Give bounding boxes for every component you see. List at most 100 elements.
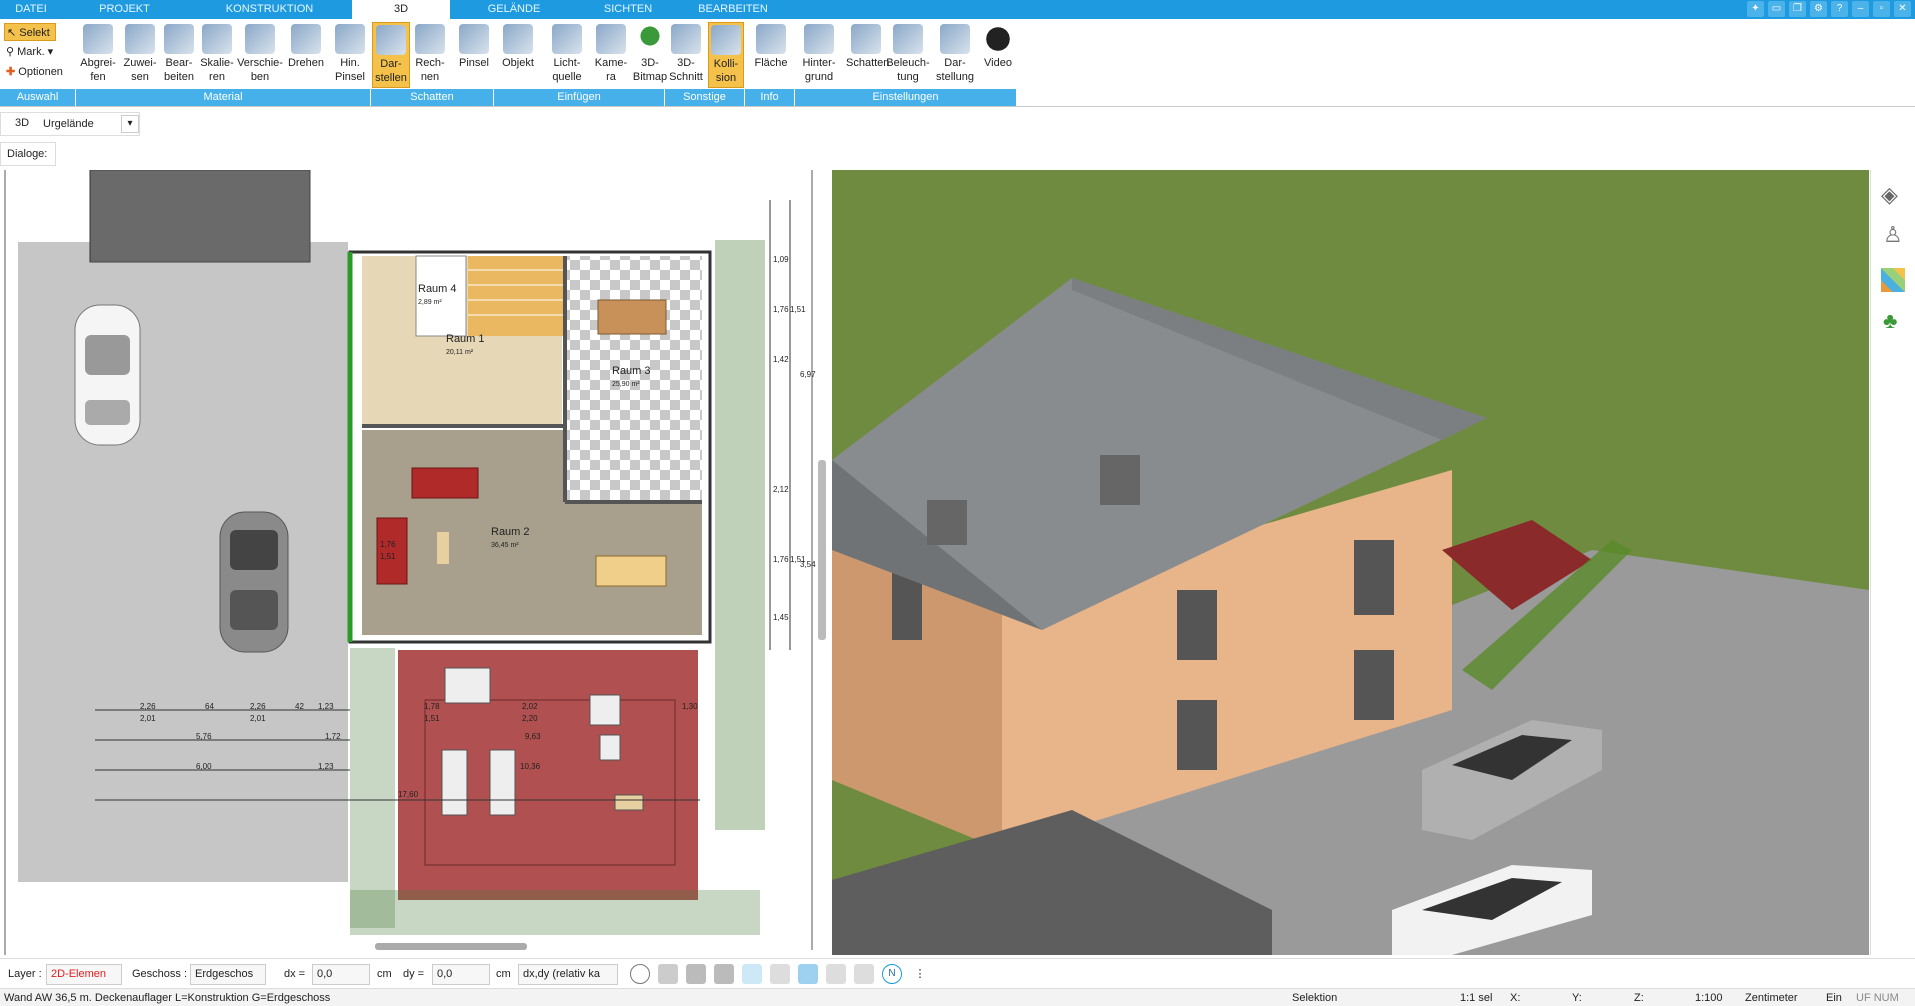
ribbon-button[interactable]: Hinter- grund [796,22,842,88]
hatch-icon[interactable] [770,964,790,984]
ribbon-button[interactable]: 3D- Schnitt [668,22,704,88]
ribbon-button[interactable]: Video [980,22,1016,88]
more-icon[interactable]: ⋮ [910,964,930,984]
monitor-icon[interactable] [658,964,678,984]
clock-icon[interactable] [630,964,650,984]
print-icon[interactable] [714,964,734,984]
dimension-label: 1,76 [773,555,789,564]
group-material: Material [76,89,371,106]
ribbon-button[interactable]: Dar- stellen [372,22,410,88]
ribbon-button[interactable]: Zuwei- sen [120,22,160,88]
optionen-button[interactable]: ✚ Optionen [4,63,76,81]
tree-icon[interactable]: ♣ [1883,308,1897,334]
north-icon[interactable]: N [882,964,902,984]
ribbon-icon [851,24,881,54]
ribbon-icon [983,24,1013,54]
maximize-button[interactable]: ▫ [1873,1,1890,17]
relative-select[interactable]: dx,dy (relativ ka [518,964,618,985]
ribbon-button[interactable]: Drehen [284,22,328,88]
room-name: Raum 1 [446,333,485,345]
status-x: X: [1510,992,1521,1004]
ribbon-button-label: Beleuch- tung [886,57,930,83]
minimize-button[interactable]: – [1852,1,1869,17]
dy-input[interactable]: 0,0 [432,964,490,985]
ribbon-button[interactable]: Licht- quelle [544,22,590,88]
tools-icon[interactable]: ✦ [1747,1,1764,17]
ribbon-tab-bar: DATEI PROJEKT KONSTRUKTION 3D GELÄNDE SI… [0,0,1915,19]
layers-icon[interactable]: ◈ [1881,182,1898,208]
layer-select[interactable]: 2D-Elemen [46,964,122,985]
mark-icon: ⚲ [6,46,15,58]
ribbon-button[interactable]: 3D- Bitmap [632,22,668,88]
mark-button[interactable]: ⚲ Mark. ▾ [4,43,74,61]
chevron-down-icon[interactable]: ▾ [121,115,139,133]
dimension-label: 9,63 [525,732,541,741]
dimension-label: 2,02 [522,702,538,711]
3d-scene [832,170,1869,955]
ribbon-button-label: Skalie- ren [200,57,234,83]
tab-sichten[interactable]: SICHTEN [578,0,678,19]
close-button[interactable]: ✕ [1894,1,1911,17]
group-auswahl: Auswahl [0,89,76,106]
selekt-button[interactable]: ↖ Selekt [4,23,56,41]
ribbon-icon [552,24,582,54]
ribbon-button[interactable]: Skalie- ren [198,22,236,88]
ribbon-button-label: Objekt [502,57,534,69]
ribbon-button[interactable]: Beleuch- tung [886,22,930,88]
dimension-label: 1,09 [773,255,789,264]
floor-plan-view[interactable]: Raum 4 2,89 m² Raum 1 20,11 m² Raum 3 25,90… [0,170,830,955]
3d-view[interactable] [832,170,1869,955]
status-text: Wand AW 36,5 m. Deckenauflager L=Konstru… [4,992,331,1004]
ribbon-button[interactable]: Verschie- ben [236,22,284,88]
line-icon[interactable] [742,964,762,984]
ribbon-button[interactable]: Fläche [750,22,792,88]
windows-icon[interactable]: ❐ [1789,1,1806,17]
tab-datei[interactable]: DATEI [0,0,62,19]
plan-scrollbar[interactable] [375,943,527,950]
ribbon-button[interactable]: Kame- ra [592,22,630,88]
ribbon-button[interactable]: Dar- stellung [932,22,978,88]
tab-projekt[interactable]: PROJEKT [62,0,187,19]
grid-icon[interactable] [854,964,874,984]
snap-icon[interactable] [798,964,818,984]
settings-icon[interactable]: ⚙ [1810,1,1827,17]
dimension-label: 17,60 [398,790,419,799]
material-icon[interactable] [1881,268,1905,292]
layer-label: Layer : [8,968,42,980]
room-label: Raum 1 20,11 m² [446,333,485,357]
chair-icon[interactable]: ♙ [1883,222,1903,248]
ribbon-button-label: Verschie- ben [237,57,283,83]
ribbon-button[interactable]: Pinsel [454,22,494,88]
ribbon-button[interactable]: Hin. Pinsel [330,22,370,88]
dimension-label: 1,42 [773,355,789,364]
help-icon[interactable]: ? [1831,1,1848,17]
floor-plan-drawing [4,170,826,955]
ribbon-icon [459,24,489,54]
tab-3d[interactable]: 3D [352,0,450,19]
dimension-label: 2,26 [250,702,266,711]
geschoss-select[interactable]: Erdgeschos [190,964,266,985]
dimension-label: 1,45 [773,613,789,622]
room-name: Raum 4 [418,283,457,295]
dimension-label: 1,23 [318,762,334,771]
ribbon-button-label: Drehen [287,57,325,69]
tab-bearbeiten[interactable]: BEARBEITEN [678,0,788,19]
dx-input[interactable]: 0,0 [312,964,370,985]
folder-icon[interactable]: ▭ [1768,1,1785,17]
ortho-icon[interactable] [826,964,846,984]
ribbon-button[interactable]: Objekt [496,22,540,88]
ribbon-button[interactable]: Abgrei- fen [78,22,118,88]
ribbon-button[interactable]: Schatten [846,22,889,88]
ribbon-button[interactable]: Bear- beiten [160,22,198,88]
terrain-select[interactable]: Urgelände [43,118,94,130]
camera-icon[interactable] [686,964,706,984]
tab-gelaende[interactable]: GELÄNDE [450,0,578,19]
ribbon-button-label: Abgrei- fen [80,57,116,83]
ribbon-icon [83,24,113,54]
ribbon-button[interactable]: Kolli- sion [708,22,744,88]
ribbon-button[interactable]: Rech- nen [410,22,450,88]
mode-label: 3D [15,117,30,129]
tab-konstruktion[interactable]: KONSTRUKTION [187,0,352,19]
dimension-label: 1,78 [424,702,440,711]
selekt-label: Selekt [19,27,50,39]
